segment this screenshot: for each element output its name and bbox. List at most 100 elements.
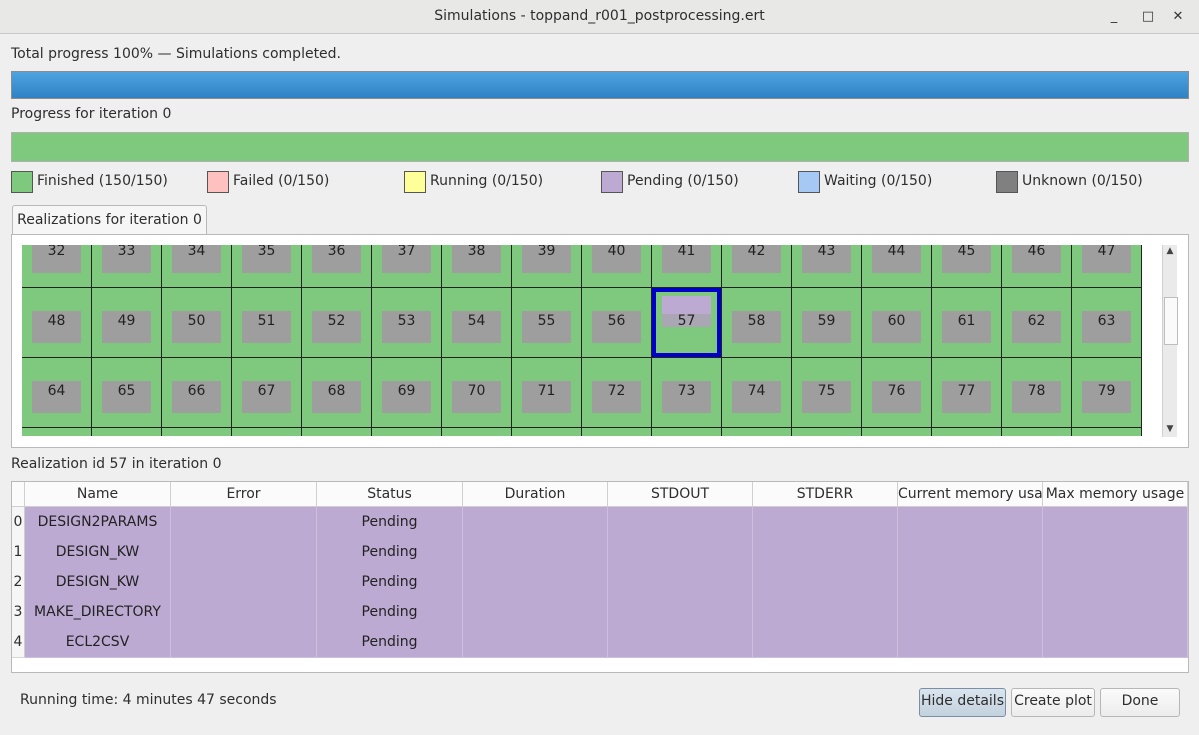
table-cell[interactable] bbox=[463, 507, 608, 538]
realization-cell[interactable] bbox=[92, 428, 162, 436]
column-header[interactable]: Duration bbox=[463, 482, 608, 507]
realization-cell[interactable]: 75 bbox=[792, 358, 862, 428]
column-header[interactable]: STDOUT bbox=[608, 482, 753, 507]
realization-cell[interactable]: 52 bbox=[302, 288, 372, 358]
realization-cell[interactable]: 41 bbox=[652, 245, 722, 288]
table-cell[interactable] bbox=[171, 567, 317, 598]
table-cell[interactable] bbox=[463, 567, 608, 598]
maximize-icon[interactable]: □ bbox=[1138, 7, 1158, 27]
realization-cell[interactable]: 45 bbox=[932, 245, 1002, 288]
realization-cell[interactable] bbox=[22, 428, 92, 436]
realization-cell[interactable] bbox=[232, 428, 302, 436]
realization-cell[interactable]: 62 bbox=[1002, 288, 1072, 358]
minimize-icon[interactable]: _ bbox=[1104, 7, 1124, 27]
realization-cell[interactable]: 79 bbox=[1072, 358, 1142, 428]
realization-cell[interactable]: 67 bbox=[232, 358, 302, 428]
table-cell[interactable] bbox=[898, 537, 1043, 568]
realization-cell[interactable]: 59 bbox=[792, 288, 862, 358]
realization-cell[interactable]: 50 bbox=[162, 288, 232, 358]
realization-cell[interactable] bbox=[582, 428, 652, 436]
row-index[interactable]: 3 bbox=[12, 597, 25, 628]
column-header[interactable]: Error bbox=[171, 482, 317, 507]
table-cell[interactable] bbox=[171, 627, 317, 658]
realization-cell[interactable]: 57 bbox=[652, 288, 722, 358]
table-cell[interactable]: Pending bbox=[317, 597, 463, 628]
realization-cell[interactable]: 47 bbox=[1072, 245, 1142, 288]
realization-cell[interactable]: 66 bbox=[162, 358, 232, 428]
realization-cell[interactable]: 61 bbox=[932, 288, 1002, 358]
realization-cell[interactable] bbox=[862, 428, 932, 436]
scroll-down-icon[interactable]: ▼ bbox=[1163, 424, 1177, 434]
table-cell[interactable] bbox=[1043, 597, 1188, 628]
realization-cell[interactable]: 43 bbox=[792, 245, 862, 288]
column-header[interactable]: STDERR bbox=[753, 482, 898, 507]
realization-cell[interactable] bbox=[932, 428, 1002, 436]
realization-cell[interactable]: 48 bbox=[22, 288, 92, 358]
close-icon[interactable]: ✕ bbox=[1168, 7, 1188, 27]
row-index[interactable]: 2 bbox=[12, 567, 25, 598]
realization-cell[interactable] bbox=[512, 428, 582, 436]
realization-cell[interactable]: 35 bbox=[232, 245, 302, 288]
table-cell[interactable] bbox=[898, 597, 1043, 628]
realization-cell[interactable] bbox=[372, 428, 442, 436]
table-cell[interactable]: MAKE_DIRECTORY bbox=[25, 597, 171, 628]
done-button[interactable]: Done bbox=[1100, 688, 1180, 717]
realization-cell[interactable]: 56 bbox=[582, 288, 652, 358]
realization-cell[interactable] bbox=[722, 428, 792, 436]
realization-cell[interactable]: 38 bbox=[442, 245, 512, 288]
realization-cell[interactable] bbox=[1072, 428, 1142, 436]
column-header[interactable]: Status bbox=[317, 482, 463, 507]
table-cell[interactable] bbox=[171, 537, 317, 568]
table-cell[interactable] bbox=[1043, 627, 1188, 658]
realization-cell[interactable]: 74 bbox=[722, 358, 792, 428]
row-index[interactable]: 0 bbox=[12, 507, 25, 538]
column-header[interactable]: Current memory usage bbox=[898, 482, 1043, 507]
table-cell[interactable] bbox=[608, 537, 753, 568]
table-cell[interactable] bbox=[463, 537, 608, 568]
table-cell[interactable]: Pending bbox=[317, 627, 463, 658]
realization-cell[interactable] bbox=[652, 428, 722, 436]
table-cell[interactable] bbox=[171, 507, 317, 538]
table-cell[interactable] bbox=[608, 507, 753, 538]
table-cell[interactable] bbox=[898, 507, 1043, 538]
table-cell[interactable] bbox=[753, 567, 898, 598]
realization-cell[interactable] bbox=[442, 428, 512, 436]
realization-cell[interactable]: 65 bbox=[92, 358, 162, 428]
realizations-scrollbar[interactable]: ▲ ▼ bbox=[1162, 245, 1178, 437]
table-cell[interactable] bbox=[753, 507, 898, 538]
table-cell[interactable]: DESIGN_KW bbox=[25, 537, 171, 568]
table-cell[interactable]: Pending bbox=[317, 567, 463, 598]
realization-cell[interactable]: 55 bbox=[512, 288, 582, 358]
realization-cell[interactable] bbox=[302, 428, 372, 436]
scrollbar-thumb[interactable] bbox=[1164, 297, 1178, 345]
realization-cell[interactable]: 53 bbox=[372, 288, 442, 358]
table-cell[interactable] bbox=[1043, 507, 1188, 538]
table-cell[interactable]: Pending bbox=[317, 537, 463, 568]
table-cell[interactable] bbox=[898, 627, 1043, 658]
column-header[interactable]: Name bbox=[25, 482, 171, 507]
table-cell[interactable]: DESIGN2PARAMS bbox=[25, 507, 171, 538]
row-index[interactable]: 4 bbox=[12, 627, 25, 658]
realization-cell[interactable]: 77 bbox=[932, 358, 1002, 428]
scroll-up-icon[interactable]: ▲ bbox=[1163, 246, 1177, 256]
realization-cell[interactable]: 44 bbox=[862, 245, 932, 288]
realization-cell[interactable]: 32 bbox=[22, 245, 92, 288]
hide-details-button[interactable]: Hide details bbox=[919, 688, 1006, 717]
realization-cell[interactable] bbox=[1002, 428, 1072, 436]
realization-cell[interactable]: 37 bbox=[372, 245, 442, 288]
table-cell[interactable] bbox=[898, 567, 1043, 598]
table-cell[interactable] bbox=[1043, 567, 1188, 598]
tab-realizations[interactable]: Realizations for iteration 0 bbox=[12, 205, 207, 236]
realization-cell[interactable]: 46 bbox=[1002, 245, 1072, 288]
realization-cell[interactable]: 40 bbox=[582, 245, 652, 288]
table-cell[interactable] bbox=[608, 627, 753, 658]
realization-cell[interactable]: 64 bbox=[22, 358, 92, 428]
realization-cell[interactable]: 60 bbox=[862, 288, 932, 358]
table-cell[interactable] bbox=[753, 597, 898, 628]
realization-cell[interactable]: 58 bbox=[722, 288, 792, 358]
table-cell[interactable] bbox=[463, 597, 608, 628]
realization-cell[interactable]: 69 bbox=[372, 358, 442, 428]
table-cell[interactable] bbox=[463, 627, 608, 658]
realization-cell[interactable]: 36 bbox=[302, 245, 372, 288]
realization-cell[interactable]: 76 bbox=[862, 358, 932, 428]
